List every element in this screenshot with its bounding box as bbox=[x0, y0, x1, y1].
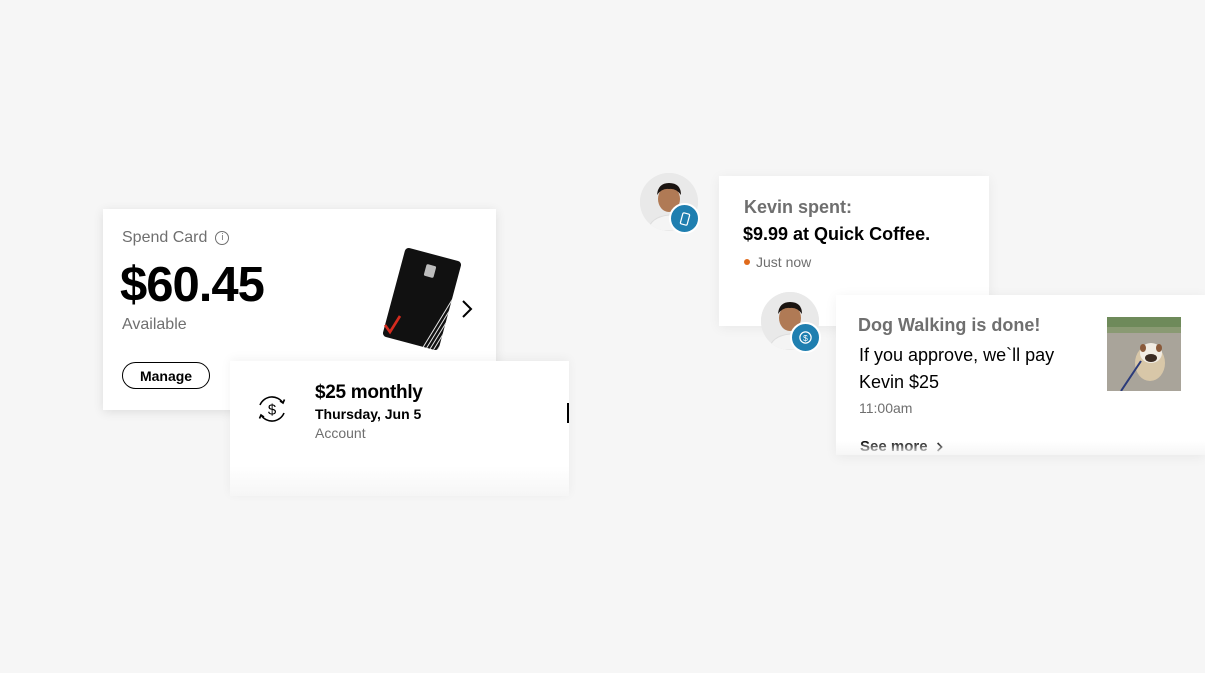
see-more-label: See more bbox=[860, 438, 928, 455]
notification-time-row: Just now bbox=[744, 254, 811, 270]
dollar-icon: $ bbox=[790, 322, 821, 353]
divider bbox=[567, 403, 569, 423]
manage-button[interactable]: Manage bbox=[122, 362, 210, 389]
spend-card-label-row: Spend Card i bbox=[122, 229, 230, 247]
transfer-date: Thursday, Jun 5 bbox=[315, 406, 422, 422]
notification-title: Dog Walking is done! bbox=[858, 315, 1041, 335]
balance-label: Available bbox=[122, 316, 187, 333]
chore-notification-card[interactable]: Dog Walking is done! If you approve, we`… bbox=[836, 295, 1205, 455]
recurring-dollar-icon: $ bbox=[258, 396, 286, 422]
status-dot bbox=[744, 259, 750, 265]
transfer-amount: $25 monthly bbox=[315, 382, 423, 403]
scheduled-transfer-card[interactable]: $ $25 monthly Thursday, Jun 5 Account bbox=[230, 361, 569, 496]
phone-icon bbox=[669, 203, 700, 234]
spend-card-label: Spend Card bbox=[122, 229, 208, 246]
notification-body: If you approve, we`ll pay Kevin $25 bbox=[859, 345, 1055, 392]
notification-title: Kevin spent: bbox=[744, 197, 853, 217]
svg-text:$: $ bbox=[268, 402, 277, 419]
see-more-link[interactable]: See more bbox=[860, 438, 944, 455]
notification-time: 11:00am bbox=[859, 400, 913, 416]
chevron-right-icon[interactable] bbox=[459, 297, 475, 321]
chevron-right-icon bbox=[936, 441, 943, 452]
notification-time: Just now bbox=[756, 254, 812, 270]
balance-amount: $60.45 bbox=[120, 258, 265, 312]
debit-card-image bbox=[382, 247, 461, 351]
transfer-account: Account bbox=[315, 425, 366, 441]
avatar: $ bbox=[761, 292, 821, 353]
notification-detail: $9.99 at Quick Coffee. bbox=[743, 224, 931, 244]
svg-text:$: $ bbox=[803, 333, 808, 343]
avatar bbox=[640, 173, 700, 234]
dog-photo bbox=[1107, 317, 1181, 391]
info-icon[interactable]: i bbox=[215, 231, 230, 245]
